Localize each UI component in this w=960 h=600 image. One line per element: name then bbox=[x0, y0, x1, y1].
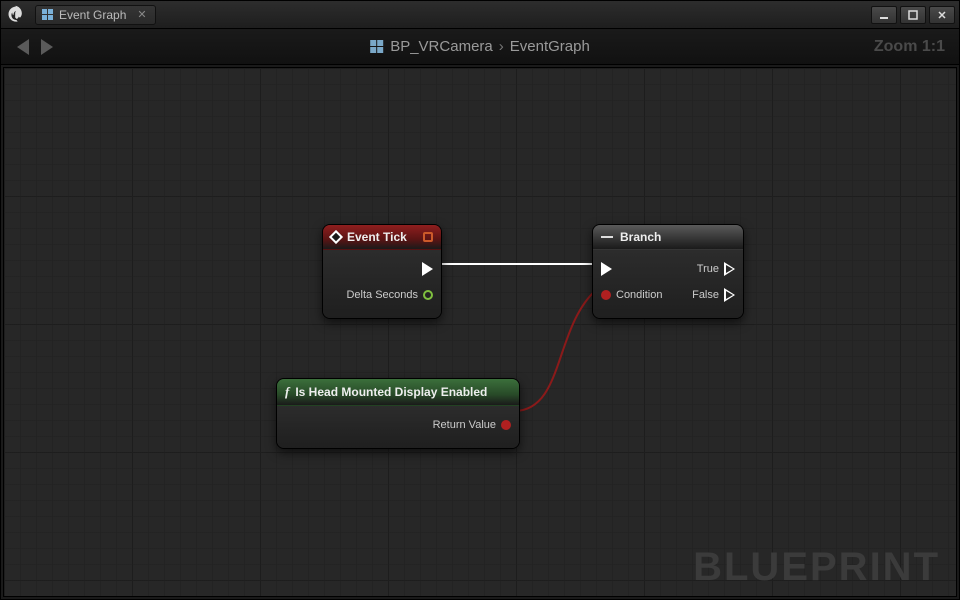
chevron-right-icon: › bbox=[499, 38, 504, 55]
node-body: Delta Seconds bbox=[323, 250, 441, 318]
blueprint-icon bbox=[370, 40, 384, 54]
node-body: Return Value bbox=[277, 406, 519, 448]
unreal-logo-icon bbox=[5, 4, 27, 26]
node-badge-icon bbox=[423, 232, 433, 242]
zoom-indicator: Zoom 1:1 bbox=[874, 38, 945, 56]
graph-icon bbox=[42, 9, 54, 21]
node-header: Branch bbox=[593, 225, 743, 250]
tab-event-graph[interactable]: Event Graph ✕ bbox=[35, 5, 156, 25]
breadcrumb-graph[interactable]: EventGraph bbox=[510, 38, 590, 55]
node-body: True Condition False bbox=[593, 250, 743, 318]
true-pin[interactable]: True bbox=[697, 262, 735, 276]
delta-seconds-pin[interactable]: Delta Seconds bbox=[346, 289, 433, 301]
node-branch[interactable]: Branch True Condition False bbox=[592, 224, 744, 319]
branch-icon bbox=[601, 231, 614, 243]
node-header: f Is Head Mounted Display Enabled bbox=[277, 379, 519, 406]
maximize-button[interactable] bbox=[900, 6, 926, 24]
event-icon bbox=[329, 230, 343, 244]
node-title: Is Head Mounted Display Enabled bbox=[295, 385, 487, 399]
node-header: Event Tick bbox=[323, 225, 441, 250]
wires bbox=[4, 68, 956, 596]
minimize-button[interactable] bbox=[871, 6, 897, 24]
node-title: Branch bbox=[620, 230, 661, 244]
tab-label: Event Graph bbox=[59, 8, 126, 22]
watermark: BLUEPRINT bbox=[693, 545, 940, 590]
node-hmd-enabled[interactable]: f Is Head Mounted Display Enabled Return… bbox=[276, 378, 520, 449]
close-icon[interactable]: ✕ bbox=[137, 8, 146, 21]
node-event-tick[interactable]: Event Tick Delta Seconds bbox=[322, 224, 442, 319]
breadcrumb-bar: BP_VRCamera › EventGraph Zoom 1:1 bbox=[1, 29, 959, 65]
function-icon: f bbox=[285, 384, 289, 400]
exec-input-pin[interactable] bbox=[601, 262, 612, 276]
exec-output-pin[interactable] bbox=[422, 262, 433, 276]
graph-canvas[interactable]: Event Tick Delta Seconds Branch bbox=[3, 67, 957, 597]
breadcrumb: BP_VRCamera › EventGraph bbox=[370, 38, 590, 55]
breadcrumb-blueprint[interactable]: BP_VRCamera bbox=[390, 38, 493, 55]
false-pin[interactable]: False bbox=[692, 288, 735, 302]
condition-pin[interactable]: Condition bbox=[601, 289, 662, 301]
titlebar: Event Graph ✕ bbox=[1, 1, 959, 29]
nav-back-button[interactable] bbox=[17, 39, 29, 55]
return-value-pin[interactable]: Return Value bbox=[433, 419, 511, 431]
close-button[interactable] bbox=[929, 6, 955, 24]
nav-forward-button[interactable] bbox=[41, 39, 53, 55]
node-title: Event Tick bbox=[347, 230, 407, 244]
